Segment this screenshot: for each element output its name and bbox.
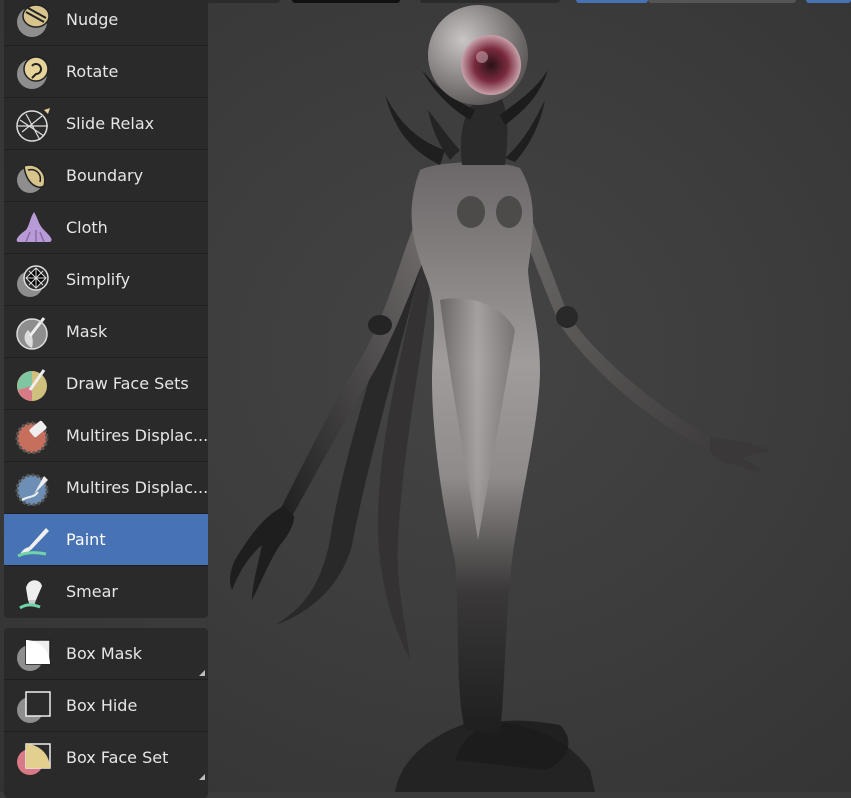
tool-simplify[interactable]: Simplify [4, 254, 208, 306]
tool-label: Box Hide [66, 696, 138, 715]
tool-label: Box Mask [66, 644, 143, 663]
tool-multires-displacement-eraser[interactable]: Multires Displac... [4, 410, 208, 462]
tool-label: Simplify [66, 270, 131, 289]
box-hide-icon [14, 688, 54, 724]
box-face-set-icon [14, 740, 54, 776]
tool-smear[interactable]: Smear [4, 566, 208, 617]
tool-draw-face-sets[interactable]: Draw Face Sets [4, 358, 208, 410]
tool-box-hide[interactable]: Box Hide [4, 680, 208, 732]
tool-paint[interactable]: Paint [4, 514, 208, 566]
tool-slide-relax[interactable]: Slide Relax [4, 98, 208, 150]
tool-cloth[interactable]: Cloth [4, 202, 208, 254]
sculpt-brush-toolbar: Nudge Rotate Slide Relax Boundary Cloth … [4, 0, 208, 618]
submenu-indicator[interactable] [199, 670, 205, 676]
simplify-icon [14, 262, 54, 298]
nudge-icon [14, 2, 54, 38]
tool-label: Rotate [66, 62, 119, 81]
smear-icon [14, 574, 54, 610]
paint-icon [14, 522, 54, 558]
tool-label: Box Face Set [66, 748, 169, 767]
tool-label: Cloth [66, 218, 108, 237]
tool-label: Boundary [66, 166, 144, 185]
tool-box-face-set[interactable]: Box Face Set [4, 732, 208, 783]
tool-label: Mask [66, 322, 108, 341]
multires-displacement-eraser-icon [14, 418, 54, 454]
box-mask-icon [14, 636, 54, 672]
mask-icon [14, 314, 54, 350]
rotate-icon [14, 54, 54, 90]
submenu-indicator[interactable] [199, 774, 205, 780]
gesture-toolbar: Box Mask Box Hide Box Face Set [4, 628, 208, 798]
cloth-icon [14, 210, 54, 246]
draw-face-sets-icon [14, 366, 54, 402]
tool-boundary[interactable]: Boundary [4, 150, 208, 202]
tool-box-mask[interactable]: Box Mask [4, 628, 208, 680]
tool-label: Paint [66, 530, 106, 549]
tool-rotate[interactable]: Rotate [4, 46, 208, 98]
sculpt-model[interactable] [200, 0, 851, 792]
boundary-icon [14, 158, 54, 194]
tool-label: Multires Displac... [66, 426, 208, 445]
tool-multires-displacement-smear[interactable]: Multires Displac... [4, 462, 208, 514]
tool-nudge[interactable]: Nudge [4, 0, 208, 46]
tool-label: Smear [66, 582, 118, 601]
tool-mask[interactable]: Mask [4, 306, 208, 358]
multires-displacement-smear-icon [14, 470, 54, 506]
tool-label: Slide Relax [66, 114, 155, 133]
tool-label: Multires Displac... [66, 478, 208, 497]
slide-relax-icon [14, 106, 54, 142]
tool-label: Nudge [66, 10, 119, 29]
tool-label: Draw Face Sets [66, 374, 189, 393]
